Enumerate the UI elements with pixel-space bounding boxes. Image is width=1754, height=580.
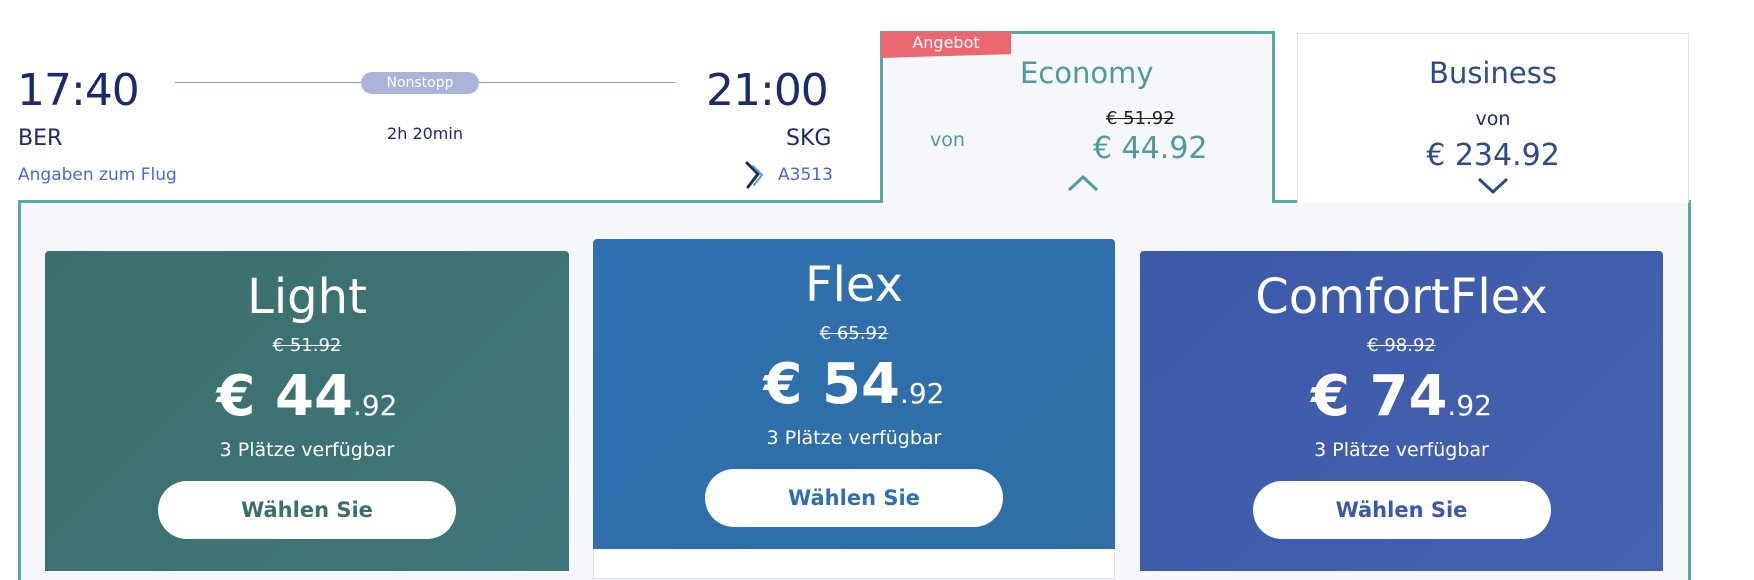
fare-price-cents: .92 [1447, 389, 1492, 422]
fare-price-cents: .92 [899, 377, 945, 410]
departure-time: 17:40 [17, 65, 140, 116]
departure-airport: BER [18, 126, 63, 151]
choose-flex-button[interactable]: Wählen Sie [705, 469, 1003, 527]
economy-price: € 44.92 [1093, 131, 1208, 166]
fare-price-main: € 74 [1311, 364, 1448, 429]
aegean-logo-icon [744, 161, 768, 189]
business-label: Business [1429, 56, 1557, 90]
offer-badge: Angebot [881, 32, 1011, 58]
arrival-airport: SKG [786, 126, 832, 151]
flight-details-link[interactable]: Angaben zum Flug [18, 167, 177, 184]
business-price: € 234.92 [1426, 138, 1560, 173]
economy-from-label: von [930, 129, 965, 151]
economy-old-price: € 51.92 [1106, 108, 1175, 129]
arrival-time: 21:00 [706, 65, 829, 116]
chevron-down-icon[interactable] [1477, 176, 1509, 196]
choose-light-button[interactable]: Wählen Sie [158, 481, 456, 539]
fare-price: € 44.92 [45, 369, 569, 425]
fare-old-price: € 51.92 [272, 335, 342, 356]
fare-price-main: € 54 [763, 352, 900, 417]
fare-name: Flex [804, 257, 904, 313]
fare-name: Light [247, 269, 367, 325]
fare-price-main: € 44 [216, 364, 353, 429]
fare-price-cents: .92 [352, 389, 398, 422]
fare-seats: 3 Plätze verfügbar [766, 427, 942, 449]
fare-old-price: € 65.92 [819, 323, 889, 344]
fare-price: € 54.92 [593, 357, 1115, 413]
flight-duration: 2h 20min [387, 124, 463, 143]
tab-economy-join [880, 198, 1275, 204]
fare-card-flex: Flex € 65.92 € 54.92 3 Plätze verfügbar … [593, 239, 1115, 549]
choose-comfortflex-button[interactable]: Wählen Sie [1252, 481, 1551, 539]
flight-number: A3513 [778, 165, 833, 185]
fare-price: € 74.92 [1140, 369, 1663, 425]
nonstop-badge: Nonstopp [361, 72, 479, 94]
fare-card-flex-details [593, 549, 1115, 579]
fare-card-comfortflex: ComfortFlex € 98.92 € 74.92 3 Plätze ver… [1140, 251, 1663, 571]
chevron-up-icon[interactable] [1067, 173, 1099, 193]
fare-name: ComfortFlex [1255, 269, 1548, 325]
fare-card-light: Light € 51.92 € 44.92 3 Plätze verfügbar… [45, 251, 569, 571]
tab-economy-border-right [1272, 31, 1275, 203]
fare-old-price: € 98.92 [1367, 335, 1436, 356]
economy-label: Economy [1020, 56, 1154, 90]
fare-seats: 3 Plätze verfügbar [1314, 439, 1489, 461]
fare-seats: 3 Plätze verfügbar [219, 439, 395, 461]
business-from-label: von [1475, 108, 1511, 130]
